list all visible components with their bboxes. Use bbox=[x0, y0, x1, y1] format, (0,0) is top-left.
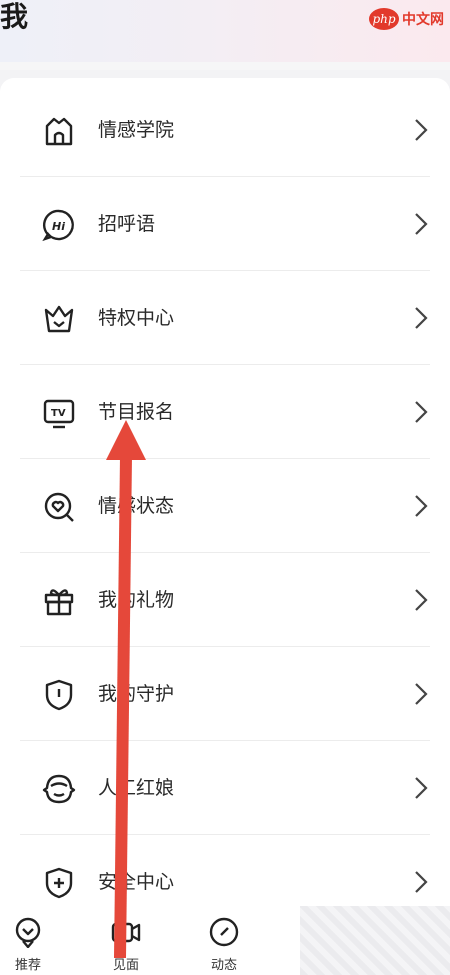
nav-label: 动态 bbox=[210, 958, 237, 973]
nav-tab-recommend[interactable]: 推荐 bbox=[0, 914, 58, 974]
chevron-right-icon bbox=[415, 119, 428, 141]
matchmaker-icon bbox=[42, 774, 76, 804]
recommend-icon bbox=[15, 917, 41, 948]
menu-item-label: 我的守护 bbox=[98, 683, 175, 705]
menu-item-label: 安全中心 bbox=[98, 871, 175, 893]
menu-item-label: 情感状态 bbox=[98, 495, 175, 517]
svg-text:Hi: Hi bbox=[52, 220, 65, 233]
menu-item-my-guardian[interactable]: 我的守护 bbox=[0, 647, 450, 741]
chevron-right-icon bbox=[415, 401, 428, 423]
header: 我 php 中文网 bbox=[0, 0, 450, 62]
blurred-nav-region bbox=[300, 906, 450, 975]
menu-item-privilege-center[interactable]: 特权中心 bbox=[0, 271, 450, 365]
shield-alert-icon bbox=[45, 679, 73, 711]
menu-item-emotion-academy[interactable]: 情感学院 bbox=[0, 83, 450, 177]
watermark-logo: php 中文网 bbox=[369, 4, 444, 34]
nav-label: 推荐 bbox=[14, 958, 41, 973]
chevron-right-icon bbox=[415, 213, 428, 235]
chevron-right-icon bbox=[415, 495, 428, 517]
menu-item-label: 我的礼物 bbox=[98, 589, 175, 611]
tv-icon: TV bbox=[43, 399, 75, 429]
hi-bubble-icon: Hi bbox=[42, 209, 74, 242]
page-title: 我 bbox=[0, 0, 29, 33]
school-icon bbox=[45, 117, 73, 146]
menu-item-show-signup[interactable]: TV 节目报名 bbox=[0, 365, 450, 459]
menu-list: 情感学院 Hi 招呼语 特权中心 TV 节目报名 情感状态 我的礼物 我的守护 … bbox=[0, 78, 450, 908]
menu-item-greetings[interactable]: Hi 招呼语 bbox=[0, 177, 450, 271]
video-camera-icon bbox=[111, 922, 141, 943]
chevron-right-icon bbox=[415, 589, 428, 611]
chevron-right-icon bbox=[415, 683, 428, 705]
compass-icon bbox=[209, 917, 239, 947]
menu-item-label: 节目报名 bbox=[98, 401, 175, 423]
watermark-site: 中文网 bbox=[402, 12, 444, 28]
crown-icon bbox=[44, 305, 74, 333]
bottom-nav: 推荐 见面 动态 bbox=[0, 906, 450, 975]
watermark-brand: php bbox=[369, 8, 399, 30]
nav-tab-meet[interactable]: 见面 bbox=[96, 914, 156, 974]
menu-item-label: 招呼语 bbox=[98, 213, 156, 235]
menu-item-label: 情感学院 bbox=[98, 119, 175, 141]
nav-tab-moments[interactable]: 动态 bbox=[194, 914, 254, 974]
gift-icon bbox=[44, 589, 74, 616]
nav-label: 见面 bbox=[112, 958, 139, 973]
menu-item-emotion-status[interactable]: 情感状态 bbox=[0, 459, 450, 553]
shield-plus-icon bbox=[45, 867, 73, 899]
top-strip bbox=[0, 62, 450, 70]
menu-item-label: 人工红娘 bbox=[98, 777, 175, 799]
chevron-right-icon bbox=[415, 871, 428, 893]
menu-item-my-gifts[interactable]: 我的礼物 bbox=[0, 553, 450, 647]
menu-item-matchmaker[interactable]: 人工红娘 bbox=[0, 741, 450, 835]
chevron-right-icon bbox=[415, 777, 428, 799]
heart-search-icon bbox=[44, 492, 74, 522]
chevron-right-icon bbox=[415, 307, 428, 329]
svg-text:TV: TV bbox=[51, 408, 66, 419]
menu-item-label: 特权中心 bbox=[98, 307, 175, 329]
